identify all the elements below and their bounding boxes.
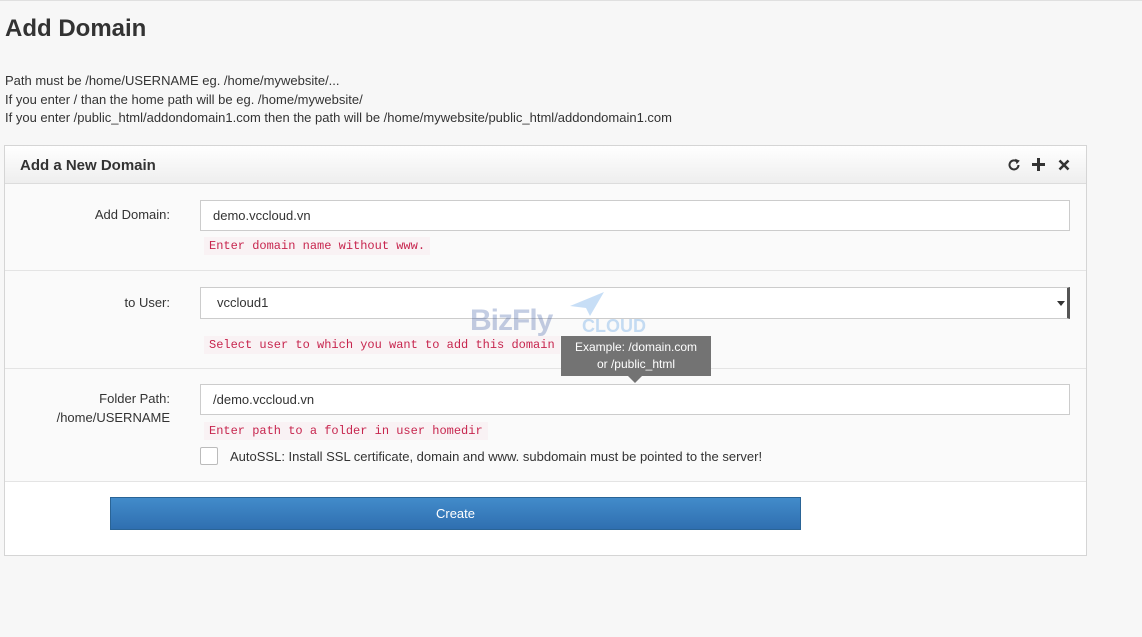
page-title: Add Domain <box>5 15 147 42</box>
tooltip-line: or /public_html <box>596 357 676 371</box>
user-select-value: vccloud1 <box>217 295 269 310</box>
autossl-label[interactable]: AutoSSL: Install SSL certificate, domain… <box>230 449 762 464</box>
widget-title: Add a New Domain <box>20 157 156 174</box>
widget-toolbar <box>1005 156 1072 173</box>
user-select[interactable]: vccloud1 <box>200 287 1070 319</box>
user-row: to User: vccloud1 Select user to which y… <box>5 271 1086 369</box>
close-icon[interactable] <box>1055 156 1072 173</box>
help-line: If you enter /public_html/addondomain1.c… <box>5 110 672 125</box>
domain-row: Add Domain: Enter domain name without ww… <box>5 184 1086 271</box>
create-button[interactable]: Create <box>110 497 801 530</box>
folder-label-line: Folder Path: <box>99 391 170 406</box>
tooltip-arrow <box>628 376 642 383</box>
folder-hint: Enter path to a folder in user homedir <box>204 422 488 440</box>
folder-label: Folder Path: /home/USERNAME <box>57 389 170 427</box>
tooltip-line: Example: /domain.com <box>574 340 698 354</box>
plus-icon[interactable] <box>1030 156 1047 173</box>
widget-header: Add a New Domain <box>5 146 1086 184</box>
domain-input[interactable] <box>200 200 1070 231</box>
folder-row: Folder Path: /home/USERNAME Enter path t… <box>5 369 1086 482</box>
user-hint: Select user to which you want to add thi… <box>204 336 560 354</box>
folder-label-line: /home/USERNAME <box>56 410 170 425</box>
path-help-text: Path must be /home/USERNAME eg. /home/my… <box>5 72 672 128</box>
chevron-down-icon <box>1057 301 1065 306</box>
refresh-icon[interactable] <box>1005 156 1022 173</box>
folder-path-input[interactable] <box>200 384 1070 415</box>
user-label: to User: <box>124 295 170 310</box>
help-line: If you enter / than the home path will b… <box>5 91 363 107</box>
autossl-checkbox[interactable] <box>200 447 218 465</box>
top-divider <box>0 0 1142 1</box>
add-domain-widget: Add a New Domain Add Domain: demo.vcclou… <box>4 145 1087 556</box>
domain-hint: Enter domain name without www. <box>204 237 431 255</box>
folder-path-tooltip: Example: /domain.com or /public_html <box>561 336 711 376</box>
help-line: Path must be /home/USERNAME eg. /home/my… <box>5 73 340 88</box>
domain-label: Add Domain: <box>94 207 170 222</box>
